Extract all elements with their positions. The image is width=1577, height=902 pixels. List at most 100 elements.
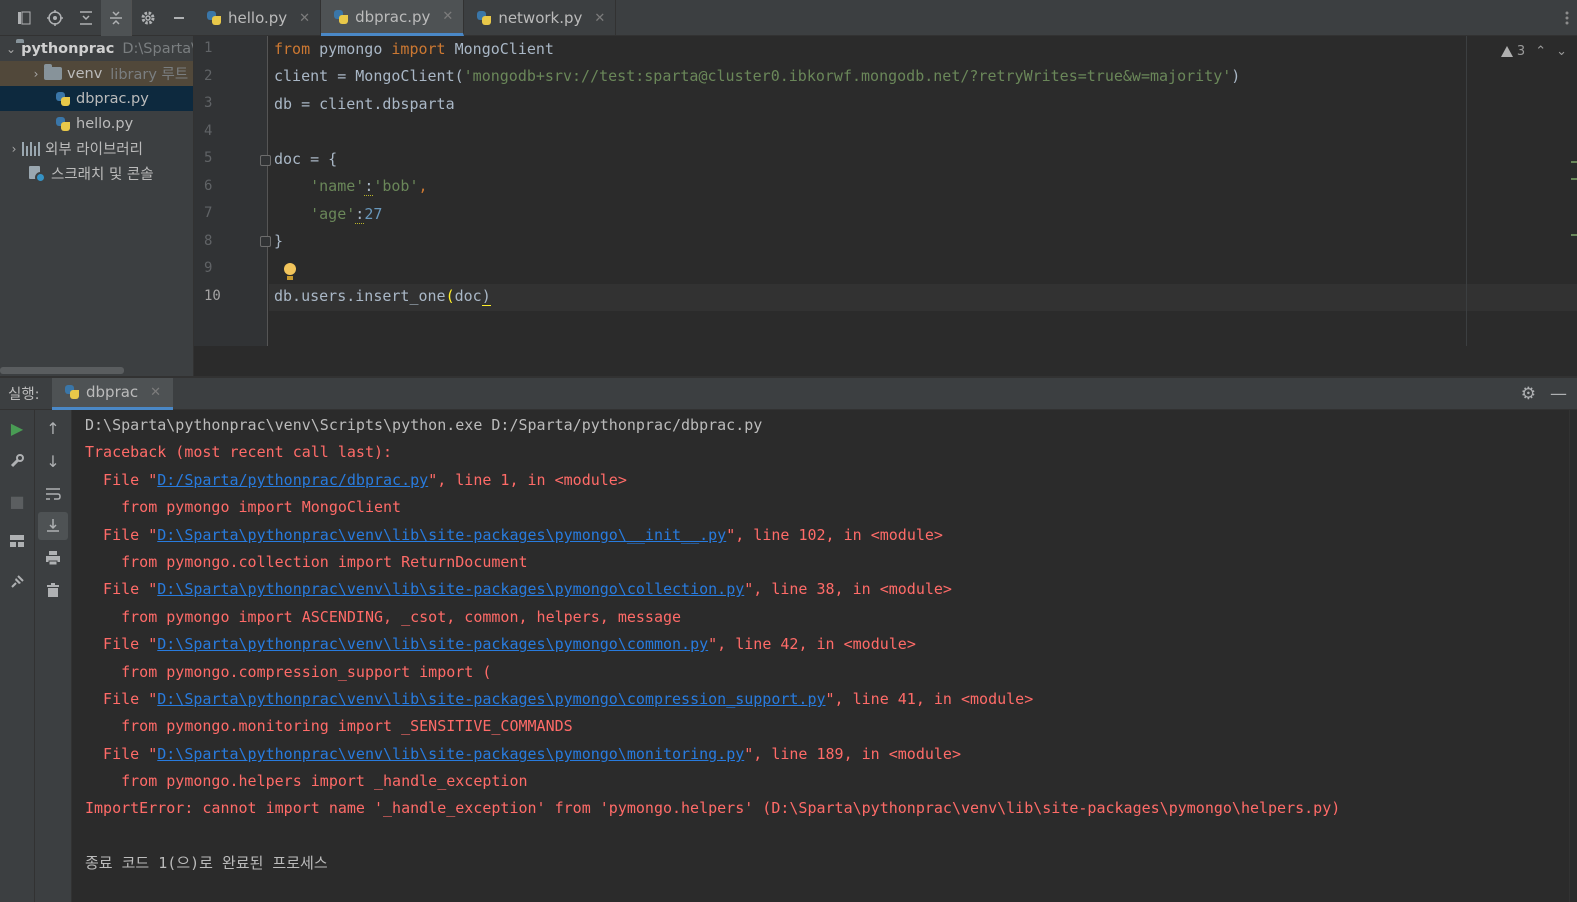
python-file-icon <box>64 384 80 400</box>
console-source-line: from pymongo import ASCENDING, _csot, co… <box>85 608 682 626</box>
chevron-up-icon[interactable]: ⌃ <box>1535 44 1546 59</box>
tree-item-hint: library 루트 <box>110 67 189 83</box>
lightbulb-icon[interactable] <box>284 263 296 281</box>
console-file-link[interactable]: D:\Sparta\pythonprac\venv\lib\site-packa… <box>157 580 744 598</box>
tree-item-label: dbprac.py <box>76 90 149 107</box>
line-number-current: 10 <box>204 288 221 304</box>
run-label: 실행: <box>8 387 40 403</box>
trash-icon[interactable] <box>35 576 71 604</box>
project-root-path: D:\Sparta\pythonprac <box>122 40 194 57</box>
editor-bottom-space <box>194 346 1577 376</box>
code-line-3: db = client.dbsparta <box>274 95 455 113</box>
hide-panel-icon[interactable]: — <box>1550 384 1567 404</box>
python-file-icon <box>55 91 71 107</box>
console-source-line: from pymongo import MongoClient <box>85 498 402 516</box>
console-exit-message: 종료 코드 1(으)로 완료된 프로세스 <box>85 854 328 872</box>
code-editor[interactable]: 1 2 3 4 5 6 7 8 9 10 from pymongo import… <box>194 36 1577 346</box>
code-line-1: from pymongo import MongoClient <box>274 40 554 58</box>
locate-file-icon[interactable] <box>39 0 70 36</box>
run-toolbar-secondary: ↑ ↓ <box>35 410 72 902</box>
tree-root-pythonprac[interactable]: ⌄ pythonprac D:\Sparta\pythonprac <box>0 36 193 61</box>
code-line-10: db.users.insert_one(doc) <box>274 287 491 306</box>
python-file-icon <box>206 10 222 26</box>
print-icon[interactable] <box>35 544 71 572</box>
scratch-icon <box>28 165 46 183</box>
run-console-output[interactable]: D:\Sparta\pythonprac\venv\Scripts\python… <box>72 410 1577 902</box>
tree-item-label: 외부 라이브러리 <box>45 142 143 158</box>
gear-icon[interactable]: ⚙ <box>1521 384 1536 404</box>
rerun-icon[interactable]: ▶ <box>0 414 34 442</box>
line-number: 5 <box>204 150 213 166</box>
chevron-right-icon[interactable]: › <box>6 142 22 156</box>
project-view-icon[interactable] <box>8 0 39 36</box>
arrow-down-icon[interactable]: ↓ <box>35 447 71 475</box>
console-file-link[interactable]: D:\Sparta\pythonprac\venv\lib\site-packa… <box>157 690 825 708</box>
console-command-line: D:\Sparta\pythonprac\venv\Scripts\python… <box>85 416 763 434</box>
pin-icon[interactable] <box>0 568 34 596</box>
console-frame-line: File "D:\Sparta\pythonprac\venv\lib\site… <box>85 526 943 544</box>
horizontal-scrollbar[interactable] <box>0 367 124 374</box>
console-frame-line: File "D:\Sparta\pythonprac\venv\lib\site… <box>85 635 916 653</box>
vertical-scrollbar[interactable] <box>1569 410 1577 902</box>
run-tab-dbprac[interactable]: dbprac ✕ <box>52 377 174 410</box>
tree-item-label: 스크래치 및 콘솔 <box>51 167 154 183</box>
tab-dbprac-py[interactable]: dbprac.py ✕ <box>321 0 465 36</box>
tree-item-external-libraries[interactable]: › 외부 라이브러리 <box>0 136 193 161</box>
scroll-to-end-icon[interactable] <box>38 512 68 540</box>
console-frame-line: File "D:\Sparta\pythonprac\venv\lib\site… <box>85 580 952 598</box>
tab-network-py[interactable]: network.py ✕ <box>464 0 617 36</box>
chevron-down-icon[interactable]: ⌄ <box>1556 44 1567 59</box>
code-line-8: } <box>274 232 284 250</box>
wrench-icon[interactable] <box>0 447 34 475</box>
more-tabs-icon[interactable] <box>1557 0 1577 35</box>
gear-icon[interactable] <box>132 0 163 36</box>
tree-item-label: hello.py <box>76 115 134 132</box>
tree-item-dbprac[interactable]: dbprac.py <box>0 86 193 111</box>
editor-gutter: 1 2 3 4 5 6 7 8 9 10 <box>194 36 271 346</box>
console-file-link[interactable]: D:\Sparta\pythonprac\venv\lib\site-packa… <box>157 745 744 763</box>
console-frame-line: File "D:\Sparta\pythonprac\venv\lib\site… <box>85 690 1034 708</box>
expand-all-icon[interactable] <box>70 0 101 36</box>
tree-item-hello[interactable]: hello.py <box>0 111 193 136</box>
stop-icon[interactable]: ■ <box>0 487 34 515</box>
console-source-line: from pymongo.collection import ReturnDoc… <box>85 553 528 571</box>
fold-marker-icon[interactable] <box>260 155 271 166</box>
code-line-6: 'name':'bob', <box>310 177 428 196</box>
library-icon <box>22 141 40 156</box>
soft-wrap-icon[interactable] <box>35 480 71 508</box>
inspection-widget[interactable]: 3 ⌃ ⌄ <box>1500 44 1567 59</box>
close-icon[interactable]: ✕ <box>150 385 161 400</box>
run-toolbar-primary: ▶ ■ <box>0 410 35 902</box>
console-source-line: from pymongo.monitoring import _SENSITIV… <box>85 717 573 735</box>
chevron-down-icon[interactable]: ⌄ <box>6 42 16 56</box>
chevron-right-icon[interactable]: › <box>28 67 44 81</box>
layout-icon[interactable] <box>0 527 34 555</box>
tree-item-venv[interactable]: › venv library 루트 <box>0 61 193 86</box>
console-file-link[interactable]: D:\Sparta\pythonprac\venv\lib\site-packa… <box>157 635 708 653</box>
right-margin-guide <box>1466 36 1467 346</box>
console-source-line: from pymongo.compression_support import … <box>85 663 492 681</box>
scroll-mark <box>1571 234 1577 236</box>
console-frame-line: File "D:/Sparta/pythonprac/dbprac.py", l… <box>85 471 627 489</box>
close-icon[interactable]: ✕ <box>594 11 605 26</box>
python-file-icon <box>476 10 492 26</box>
console-file-link[interactable]: D:\Sparta\pythonprac\venv\lib\site-packa… <box>157 526 726 544</box>
arrow-up-icon[interactable]: ↑ <box>35 414 71 442</box>
tree-item-scratches[interactable]: 스크래치 및 콘솔 <box>0 161 193 186</box>
line-number: 3 <box>204 95 213 111</box>
console-file-link[interactable]: D:/Sparta/pythonprac/dbprac.py <box>157 471 428 489</box>
line-number: 9 <box>204 260 213 276</box>
line-number: 6 <box>204 178 213 194</box>
line-number: 8 <box>204 233 213 249</box>
line-number: 4 <box>204 123 213 139</box>
scroll-mark <box>1571 178 1577 180</box>
run-panel-header: 실행: dbprac ✕ ⚙ — <box>0 377 1577 410</box>
editor-tab-bar: hello.py ✕ dbprac.py ✕ network.py ✕ <box>194 0 1577 36</box>
fold-marker-icon[interactable] <box>260 236 271 247</box>
hide-panel-icon[interactable] <box>163 0 194 36</box>
collapse-all-icon[interactable] <box>101 0 133 36</box>
close-icon[interactable]: ✕ <box>299 11 310 26</box>
warning-count: 3 <box>1516 44 1526 59</box>
close-icon[interactable]: ✕ <box>442 9 453 24</box>
tab-hello-py[interactable]: hello.py ✕ <box>194 0 322 36</box>
